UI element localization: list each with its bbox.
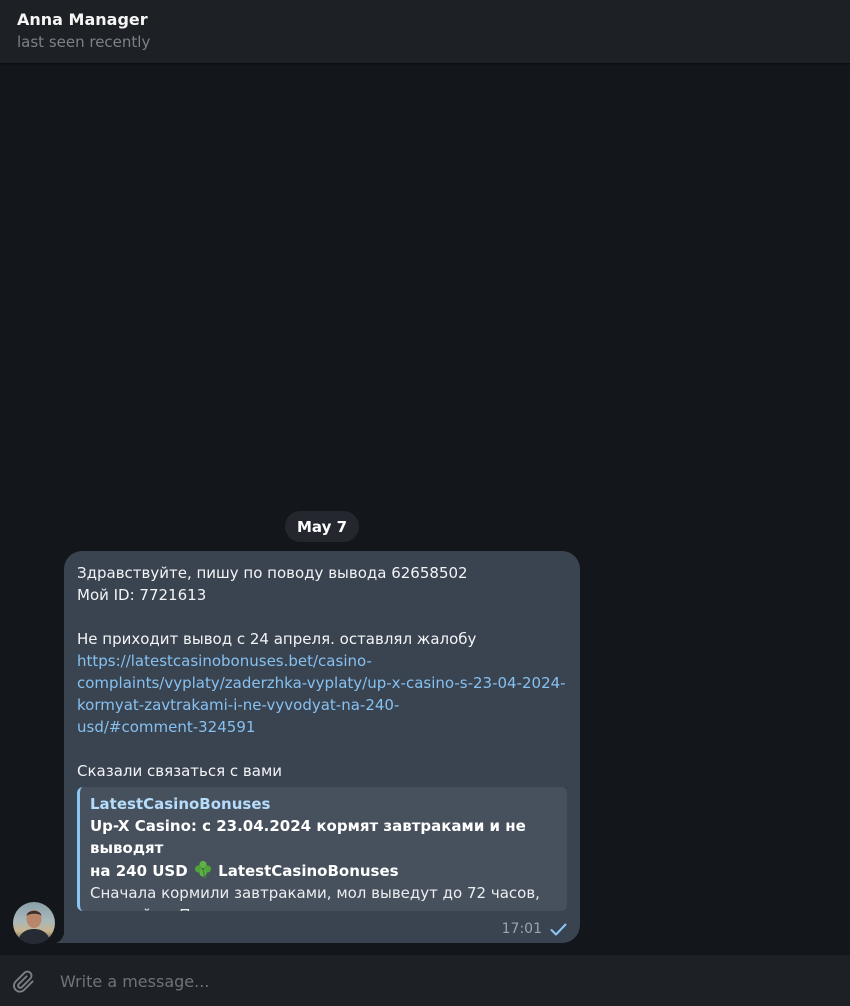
contact-status: last seen recently	[17, 33, 151, 51]
paperclip-icon[interactable]	[12, 969, 38, 995]
message-meta: 17:01	[502, 921, 567, 937]
message-line-4: Сказали связаться с вами	[77, 762, 283, 780]
message-input[interactable]	[60, 966, 820, 996]
preview-title: Up-X Casino: с 23.04.2024 кормят завтрак…	[90, 815, 557, 882]
message-line-3: Не приходит вывод с 24 апреля. оставлял …	[77, 630, 477, 648]
link-part-3[interactable]: kormyat-zavtrakami-i-ne-vyvodyat-na-240-	[77, 696, 399, 714]
sender-avatar[interactable]	[13, 902, 55, 944]
complaint-link[interactable]: https://latestcasinobonuses.bet/casino- …	[77, 652, 566, 736]
contact-name[interactable]: Anna Manager	[17, 10, 148, 29]
link-part-2[interactable]: complaints/vyplaty/zaderzhka-vyplaty/up-…	[77, 674, 566, 692]
message-line-1: Здравствуйте, пишу по поводу вывода 6265…	[77, 564, 468, 582]
message-bubble[interactable]: Здравствуйте, пишу по поводу вывода 6265…	[64, 551, 580, 943]
message-line-2: Мой ID: 7721613	[77, 586, 207, 604]
preview-description: Сначала кормили завтраками, мол выведут …	[90, 884, 540, 911]
message-time: 17:01	[501, 921, 542, 937]
message-text: Здравствуйте, пишу по поводу вывода 6265…	[77, 562, 567, 782]
preview-title-line-2-site: LatestCasinoBonuses	[218, 862, 399, 880]
clover-icon	[194, 860, 212, 879]
preview-site-name: LatestCasinoBonuses	[90, 795, 271, 813]
link-preview[interactable]: LatestCasinoBonuses Up-X Casino: с 23.04…	[77, 787, 567, 911]
avatar-photo	[17, 910, 51, 944]
preview-title-line-2: на 240 USD	[90, 862, 188, 880]
date-separator: May 7	[285, 511, 359, 542]
message-composer	[0, 955, 850, 1006]
link-part-1[interactable]: https://latestcasinobonuses.bet/casino-	[77, 652, 372, 670]
link-part-4[interactable]: usd/#comment-324591	[77, 718, 255, 736]
preview-title-line-1: Up-X Casino: с 23.04.2024 кормят завтрак…	[90, 817, 526, 857]
chat-header[interactable]: Anna Manager last seen recently	[0, 0, 850, 64]
checkmark-icon	[550, 923, 567, 935]
